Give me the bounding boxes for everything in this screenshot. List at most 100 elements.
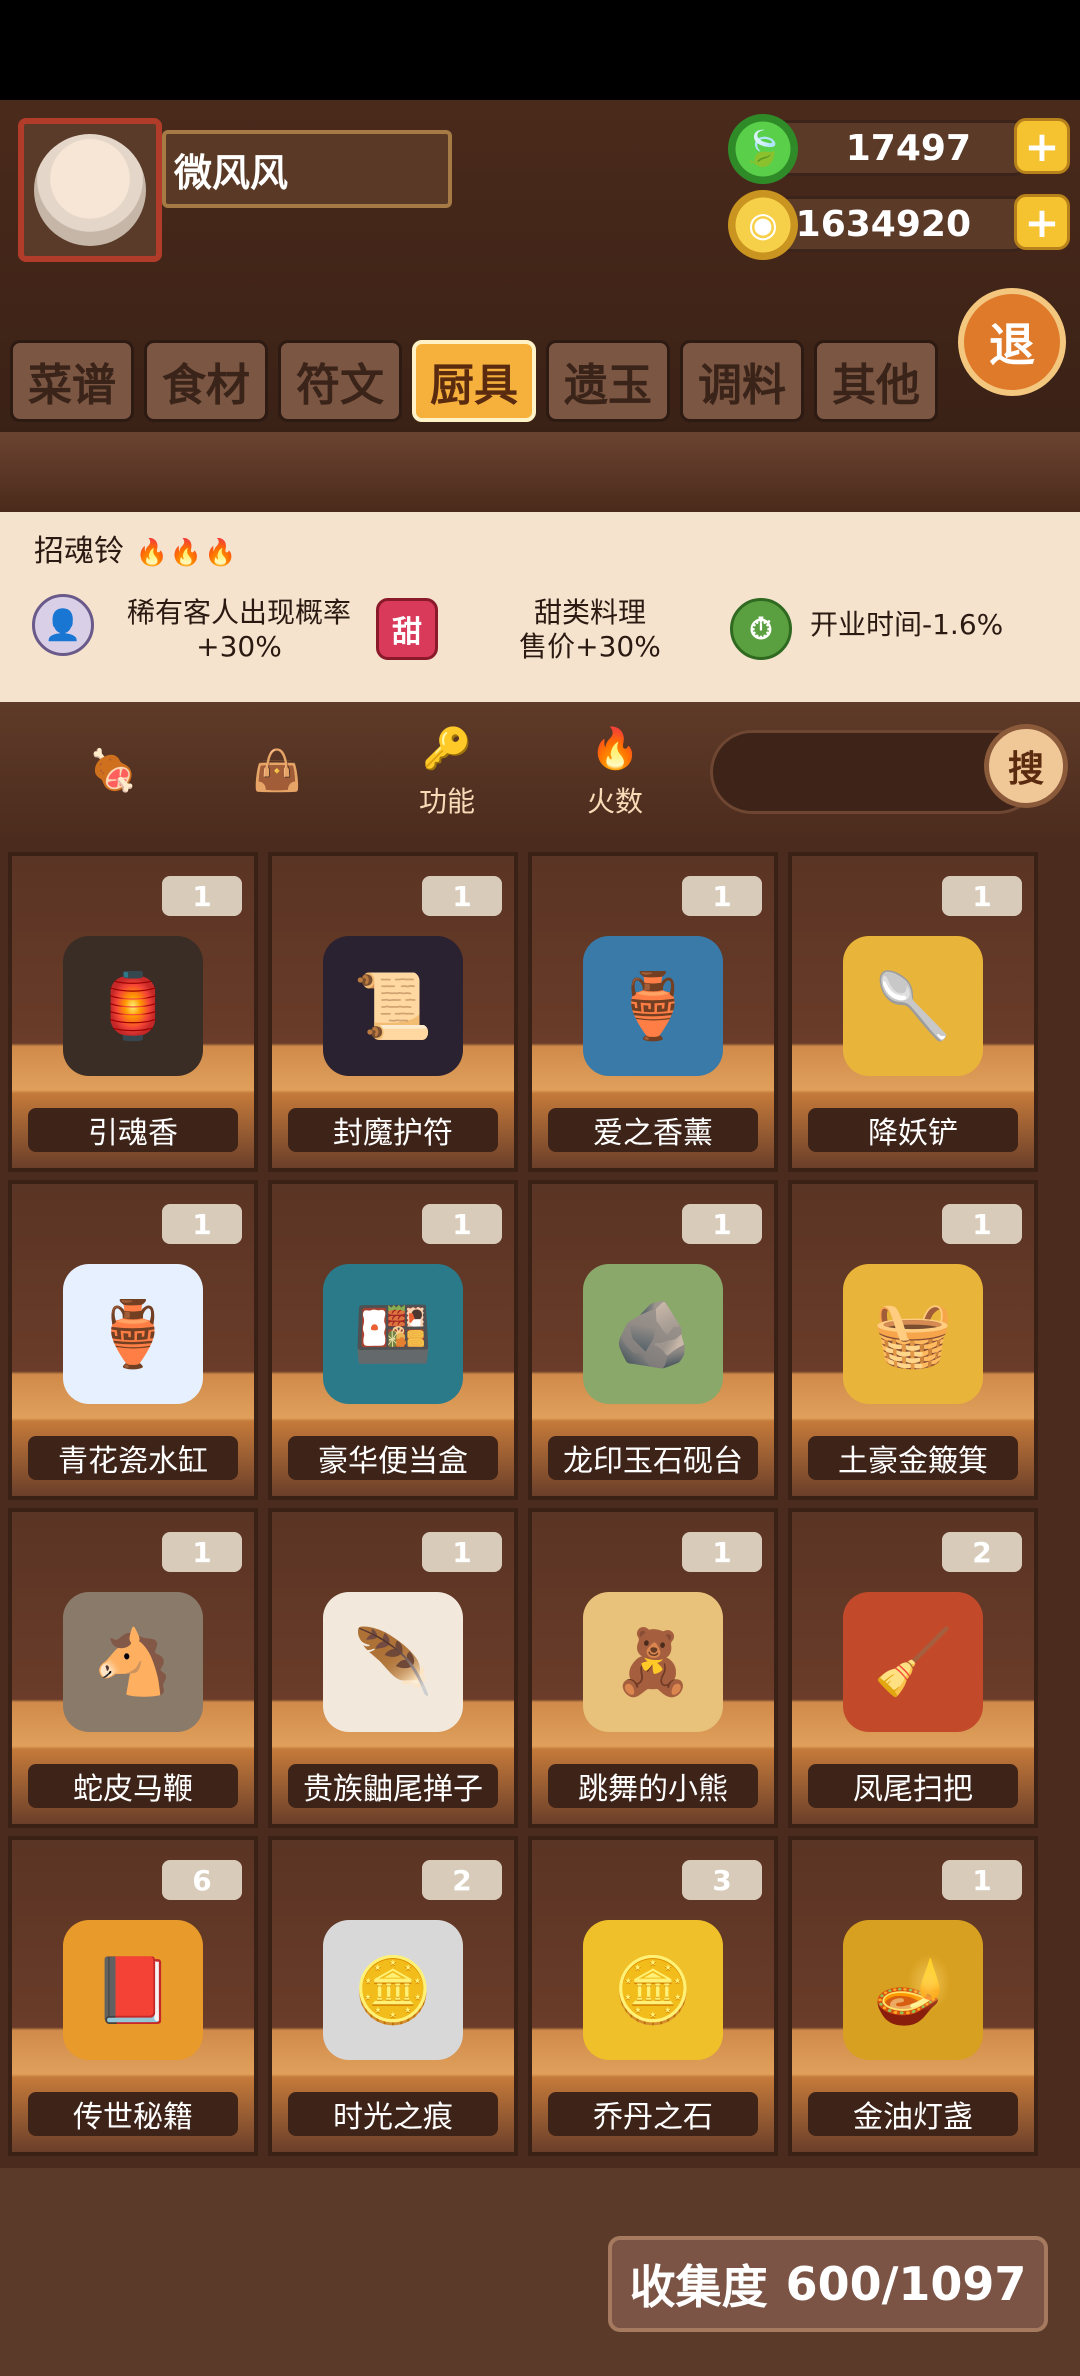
item-count-badge: 1 — [942, 1860, 1022, 1900]
fire-icon: 🔥 — [169, 538, 203, 568]
item-slot[interactable]: 1 🏺 爱之香薰 — [528, 852, 778, 1172]
gem-amount: 17497 — [845, 127, 971, 169]
item-name: 传世秘籍 — [28, 2092, 238, 2136]
gem-icon: 🍃 — [728, 114, 798, 184]
fire-icon: 🔥 — [590, 725, 640, 772]
item-count-badge: 2 — [422, 1860, 502, 1900]
exit-button[interactable]: 退 — [958, 288, 1066, 396]
item-slot[interactable]: 6 📕 传世秘籍 — [8, 1836, 258, 2156]
tab-seasonings[interactable]: 调料 — [680, 340, 804, 422]
add-gem-button[interactable]: + — [1014, 118, 1070, 174]
item-count-badge: 6 — [162, 1860, 242, 1900]
gold-coin-icon: 🪙 — [583, 1920, 723, 2060]
search-button[interactable]: 搜 — [984, 724, 1068, 808]
effect-rare-guest: 稀有客人出现概率 +30% — [126, 596, 351, 663]
fire-icon: 🔥 — [204, 538, 237, 568]
dustpan-icon: 🧺 — [843, 1264, 983, 1404]
coin-amount: 1634920 — [795, 203, 971, 245]
item-name: 金油灯盏 — [808, 2092, 1018, 2136]
tab-ingredients[interactable]: 食材 — [144, 340, 268, 422]
player-name: 微风风 — [174, 150, 289, 195]
category-tabs: 菜谱 食材 符文 厨具 遗玉 调料 其他 — [10, 340, 940, 428]
key-icon: 🔑 — [422, 725, 472, 772]
item-name: 封魔护符 — [288, 1108, 498, 1152]
item-count-badge: 1 — [162, 1204, 242, 1244]
item-count-badge: 1 — [682, 876, 762, 916]
item-slot[interactable]: 1 🐴 蛇皮马鞭 — [8, 1508, 258, 1828]
item-slot[interactable]: 1 🥄 降妖铲 — [788, 852, 1038, 1172]
porcelain-jar-icon: 🏺 — [63, 1264, 203, 1404]
filter-meat[interactable]: 🍖 — [68, 738, 158, 802]
talisman-icon: 📜 — [323, 936, 463, 1076]
effect-opening-time: 开业时间-1.6% — [810, 608, 1004, 641]
item-slot[interactable]: 1 🏺 青花瓷水缸 — [8, 1180, 258, 1500]
item-slot[interactable]: 1 🪶 贵族鼬尾掸子 — [268, 1508, 518, 1828]
shelf-top — [0, 432, 1080, 512]
tab-recipes[interactable]: 菜谱 — [10, 340, 134, 422]
fire-icon: 🔥 — [135, 538, 168, 568]
add-coin-button[interactable]: + — [1014, 194, 1070, 250]
filter-function[interactable]: 🔑 功能 — [402, 716, 492, 820]
bear-broom-icon: 🧸 — [583, 1592, 723, 1732]
duster-icon: 🪶 — [323, 1592, 463, 1732]
item-name: 爱之香薰 — [548, 1108, 758, 1152]
item-slot[interactable]: 1 🧸 跳舞的小熊 — [528, 1508, 778, 1828]
item-slot[interactable]: 1 🍱 豪华便当盒 — [268, 1180, 518, 1500]
inkstone-icon: 🪨 — [583, 1264, 723, 1404]
item-count-badge: 1 — [682, 1532, 762, 1572]
item-name: 降妖铲 — [808, 1108, 1018, 1152]
item-slot[interactable]: 1 🪨 龙印玉石砚台 — [528, 1180, 778, 1500]
item-name: 跳舞的小熊 — [548, 1764, 758, 1808]
filter-bag[interactable]: 👜 — [232, 738, 322, 802]
secret-book-icon: 📕 — [63, 1920, 203, 2060]
item-count-badge: 1 — [942, 1204, 1022, 1244]
item-count-badge: 1 — [422, 1532, 502, 1572]
item-count-badge: 2 — [942, 1532, 1022, 1572]
tab-others[interactable]: 其他 — [814, 340, 938, 422]
tab-runes[interactable]: 符文 — [278, 340, 402, 422]
item-name: 青花瓷水缸 — [28, 1436, 238, 1480]
bento-box-icon: 🍱 — [323, 1264, 463, 1404]
clock-icon: ⏱ — [730, 598, 792, 660]
filter-fire[interactable]: 🔥 火数 — [570, 716, 660, 820]
item-count-badge: 1 — [942, 876, 1022, 916]
incense-icon: 🏺 — [583, 936, 723, 1076]
tab-relics[interactable]: 遗玉 — [546, 340, 670, 422]
item-slot[interactable]: 2 🪙 时光之痕 — [268, 1836, 518, 2156]
item-name: 蛇皮马鞭 — [28, 1764, 238, 1808]
selected-item-title: 招魂铃 🔥🔥🔥 — [34, 534, 237, 569]
item-count-badge: 1 — [162, 876, 242, 916]
spatula-icon: 🥄 — [843, 936, 983, 1076]
status-bar — [0, 0, 1080, 100]
avatar[interactable] — [34, 134, 146, 246]
item-name: 乔丹之石 — [548, 2092, 758, 2136]
item-name: 贵族鼬尾掸子 — [288, 1764, 498, 1808]
bag-icon: 👜 — [252, 747, 302, 794]
collection-progress: 收集度 600/1097 — [608, 2236, 1048, 2332]
effect-sweet-dishes: 甜类料理 售价+30% — [519, 596, 661, 663]
coin-icon: ◉ — [728, 190, 798, 260]
item-slot[interactable]: 1 🧺 土豪金簸箕 — [788, 1180, 1038, 1500]
silver-coin-icon: 🪙 — [323, 1920, 463, 2060]
item-name: 豪华便当盒 — [288, 1436, 498, 1480]
item-count-badge: 3 — [682, 1860, 762, 1900]
phoenix-broom-icon: 🧹 — [843, 1592, 983, 1732]
item-slot[interactable]: 1 🏮 引魂香 — [8, 852, 258, 1172]
item-count-badge: 1 — [162, 1532, 242, 1572]
item-name: 凤尾扫把 — [808, 1764, 1018, 1808]
item-count-badge: 1 — [422, 1204, 502, 1244]
avatar-frame[interactable] — [18, 118, 162, 262]
tab-kitchenware[interactable]: 厨具 — [412, 340, 536, 422]
item-name: 引魂香 — [28, 1108, 238, 1152]
item-count-badge: 1 — [422, 876, 502, 916]
item-count-badge: 1 — [682, 1204, 762, 1244]
item-slot[interactable]: 2 🧹 凤尾扫把 — [788, 1508, 1038, 1828]
lantern-icon: 🏮 — [63, 936, 203, 1076]
item-slot[interactable]: 1 📜 封魔护符 — [268, 852, 518, 1172]
item-name: 龙印玉石砚台 — [548, 1436, 758, 1480]
item-name: 时光之痕 — [288, 2092, 498, 2136]
rare-guest-icon: 👤 — [32, 594, 94, 656]
item-slot[interactable]: 3 🪙 乔丹之石 — [528, 1836, 778, 2156]
item-slot[interactable]: 1 🪔 金油灯盏 — [788, 1836, 1038, 2156]
item-name: 土豪金簸箕 — [808, 1436, 1018, 1480]
